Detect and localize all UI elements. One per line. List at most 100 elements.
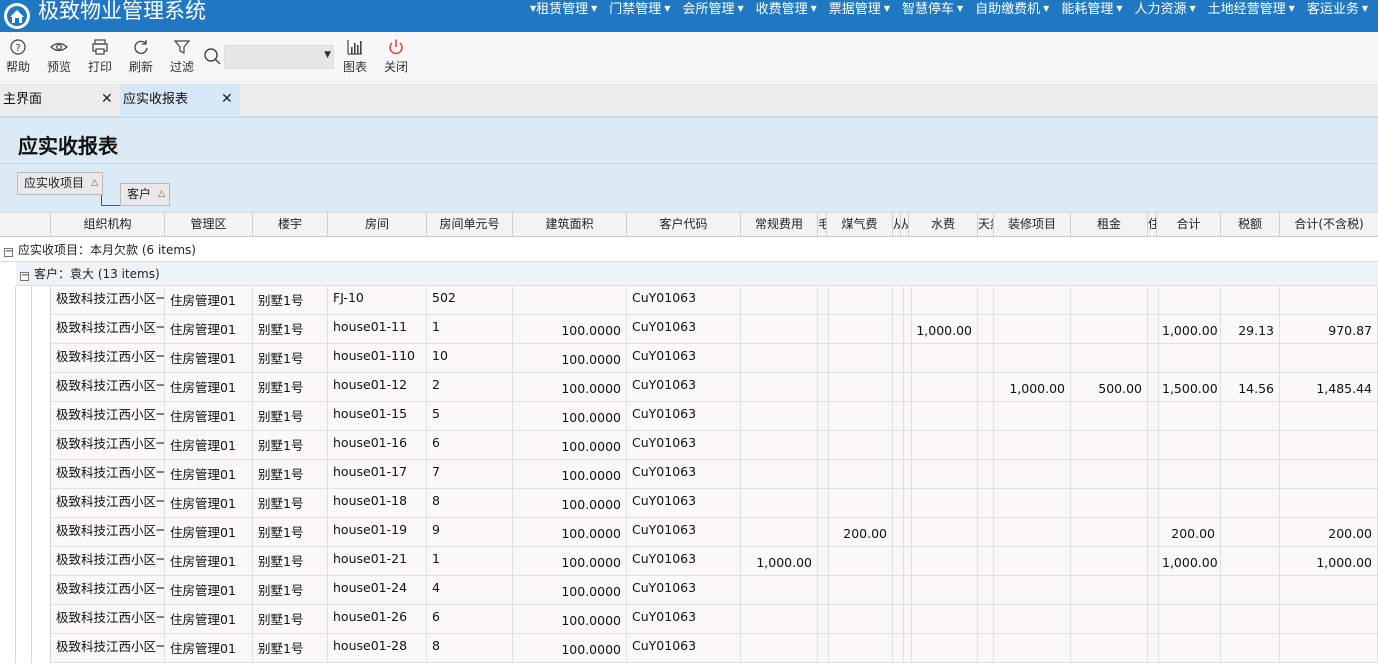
col-narrow-2[interactable]: 从 <box>893 213 901 237</box>
preview-button[interactable]: 预览 <box>41 36 77 80</box>
col-org[interactable]: 组织机构 <box>51 213 165 237</box>
col-customer[interactable]: 客户代码 <box>627 213 741 237</box>
collapse-icon[interactable]: − <box>20 271 29 281</box>
cell-decoration <box>994 344 1071 373</box>
cell-tax <box>1221 489 1280 518</box>
cell-total-ex-tax <box>1280 431 1378 460</box>
cell-area: 住房管理01 <box>165 634 253 663</box>
table-row[interactable]: 极致科技江西小区一期住房管理01别墅1号house01-11010100.000… <box>0 344 1378 373</box>
table-row[interactable]: 极致科技江西小区一期住房管理01别墅1号house01-266100.0000C… <box>0 605 1378 634</box>
table-row[interactable]: 极致科技江西小区一期住房管理01别墅1号FJ-10502 CuY01063 <box>0 286 1378 315</box>
close-button[interactable]: 关闭 <box>378 36 414 80</box>
col-narrow-3[interactable]: 从 <box>901 213 909 237</box>
cell-room: house01-18 <box>328 489 427 518</box>
group-row-item[interactable]: − 应实收项目：本月欠款 (6 items) <box>0 238 1378 262</box>
table-row[interactable]: 极致科技江西小区一期住房管理01别墅1号house01-122100.0000C… <box>0 373 1378 402</box>
group-panel: 应实收项目 △ 客户 △ <box>0 163 1378 214</box>
table-row[interactable]: 极致科技江西小区一期住房管理01别墅1号house01-288100.0000C… <box>0 634 1378 663</box>
col-building[interactable]: 楼宇 <box>253 213 328 237</box>
table-row[interactable]: 极致科技江西小区一期住房管理01别墅1号house01-188100.0000C… <box>0 489 1378 518</box>
table-row[interactable]: 极致科技江西小区一期住房管理01别墅1号house01-166100.0000C… <box>0 431 1378 460</box>
cell-decoration <box>994 315 1071 344</box>
nav-invoices[interactable]: 票据管理 ▼ <box>823 0 896 20</box>
cell-area: 住房管理01 <box>165 460 253 489</box>
close-icon[interactable]: ✕ <box>101 84 113 115</box>
col-narrow-5[interactable]: 住 <box>1148 213 1157 237</box>
group-chip-item[interactable]: 应实收项目 △ <box>17 172 104 195</box>
col-water[interactable]: 水费 <box>909 213 978 237</box>
nav-energy[interactable]: 能耗管理 ▼ <box>1055 0 1128 20</box>
cell-size: 100.0000 <box>513 344 627 373</box>
nav-transport[interactable]: 客运业务 ▼ <box>1301 0 1374 20</box>
cell-area: 住房管理01 <box>165 431 253 460</box>
nav-hr[interactable]: 人力资源 ▼ <box>1128 0 1201 20</box>
chevron-down-icon[interactable]: ▼ <box>324 50 331 60</box>
collapse-icon[interactable]: − <box>4 247 13 257</box>
cell-customer: CuY01063 <box>627 286 741 315</box>
table-row[interactable]: 极致科技江西小区一期住房管理01别墅1号house01-199100.0000C… <box>0 518 1378 547</box>
chart-button[interactable]: 图表 <box>337 36 373 80</box>
cell-unit: 8 <box>427 634 513 663</box>
nav-rental[interactable]: ▼租赁管理 ▼ <box>521 0 603 20</box>
nav-charges[interactable]: 收费管理 ▼ <box>750 0 823 20</box>
cell-area: 住房管理01 <box>165 315 253 344</box>
col-unit[interactable]: 房间单元号 <box>427 213 513 237</box>
help-icon: ? <box>10 39 26 55</box>
cell-water <box>909 460 978 489</box>
spacer-cell <box>978 315 994 344</box>
spacer-cell <box>32 402 51 431</box>
header-spacer <box>0 213 51 237</box>
cell-regular <box>741 518 818 547</box>
cell-area: 住房管理01 <box>165 344 253 373</box>
refresh-button[interactable]: 刷新 <box>123 36 159 80</box>
cell-total <box>1157 431 1221 460</box>
table-row[interactable]: 极致科技江西小区一期住房管理01别墅1号house01-211100.0000C… <box>0 547 1378 576</box>
cell-customer: CuY01063 <box>627 402 741 431</box>
top-bar: 极致物业管理系统 ▼租赁管理 ▼ 门禁管理 ▼ 会所管理 ▼ 收费管理 ▼ 票据管理 ▼ … <box>0 0 1378 32</box>
cell-building: 别墅1号 <box>253 431 328 460</box>
sort-asc-icon: △ <box>158 189 166 199</box>
cell-unit: 10 <box>427 344 513 373</box>
cell-total <box>1157 605 1221 634</box>
group-row-customer[interactable]: − 客户：袁大 (13 items) <box>16 262 1378 286</box>
filter-button[interactable]: 过滤 <box>164 36 200 80</box>
table-row[interactable]: 极致科技江西小区一期住房管理01别墅1号house01-155100.0000C… <box>0 402 1378 431</box>
col-rent[interactable]: 租金 <box>1071 213 1148 237</box>
table-row[interactable]: 极致科技江西小区一期住房管理01别墅1号house01-177100.0000C… <box>0 460 1378 489</box>
col-room[interactable]: 房间 <box>328 213 427 237</box>
table-row[interactable]: 极致科技江西小区一期住房管理01别墅1号house01-244100.0000C… <box>0 576 1378 605</box>
cell-customer: CuY01063 <box>627 373 741 402</box>
col-total[interactable]: 合计 <box>1157 213 1221 237</box>
nav-kiosk[interactable]: 自助缴费机 ▼ <box>969 0 1055 20</box>
search-combo[interactable]: ▼ <box>224 45 334 69</box>
close-icon[interactable]: ✕ <box>221 84 233 115</box>
cell-total: 1,000.00 <box>1157 547 1221 576</box>
help-button[interactable]: ? 帮助 <box>0 36 36 80</box>
col-total-ex-tax[interactable]: 合计(不含税) <box>1280 213 1378 237</box>
table-row[interactable]: 极致科技江西小区一期住房管理01别墅1号house01-111100.0000C… <box>0 315 1378 344</box>
nav-club[interactable]: 会所管理 ▼ <box>676 0 749 20</box>
col-decoration[interactable]: 装修项目 <box>994 213 1071 237</box>
cell-building: 别墅1号 <box>253 518 328 547</box>
col-tax[interactable]: 税额 <box>1221 213 1280 237</box>
cell-size: 100.0000 <box>513 576 627 605</box>
nav-parking[interactable]: 智慧停车 ▼ <box>896 0 969 20</box>
col-regular[interactable]: 常规费用 <box>741 213 818 237</box>
search-input[interactable] <box>225 46 319 68</box>
group-chip-customer[interactable]: 客户 △ <box>120 183 171 206</box>
spacer-cell <box>978 373 994 402</box>
print-button[interactable]: 打印 <box>82 36 118 80</box>
cell-size: 100.0000 <box>513 460 627 489</box>
col-area[interactable]: 管理区 <box>165 213 253 237</box>
cell-size: 100.0000 <box>513 634 627 663</box>
nav-land[interactable]: 土地经营管理 ▼ <box>1202 0 1301 20</box>
col-narrow-4[interactable]: 天然 <box>978 213 994 237</box>
col-gas[interactable]: 煤气费 <box>827 213 893 237</box>
tab-main[interactable]: 主界面 ✕ <box>0 84 118 115</box>
cell-rent <box>1071 286 1148 315</box>
col-narrow-1[interactable]: 毛 <box>818 213 827 237</box>
nav-access[interactable]: 门禁管理 ▼ <box>603 0 676 20</box>
col-size[interactable]: 建筑面积 <box>513 213 627 237</box>
spacer-cell <box>0 518 16 547</box>
tab-report[interactable]: 应实收报表 ✕ <box>120 84 240 115</box>
